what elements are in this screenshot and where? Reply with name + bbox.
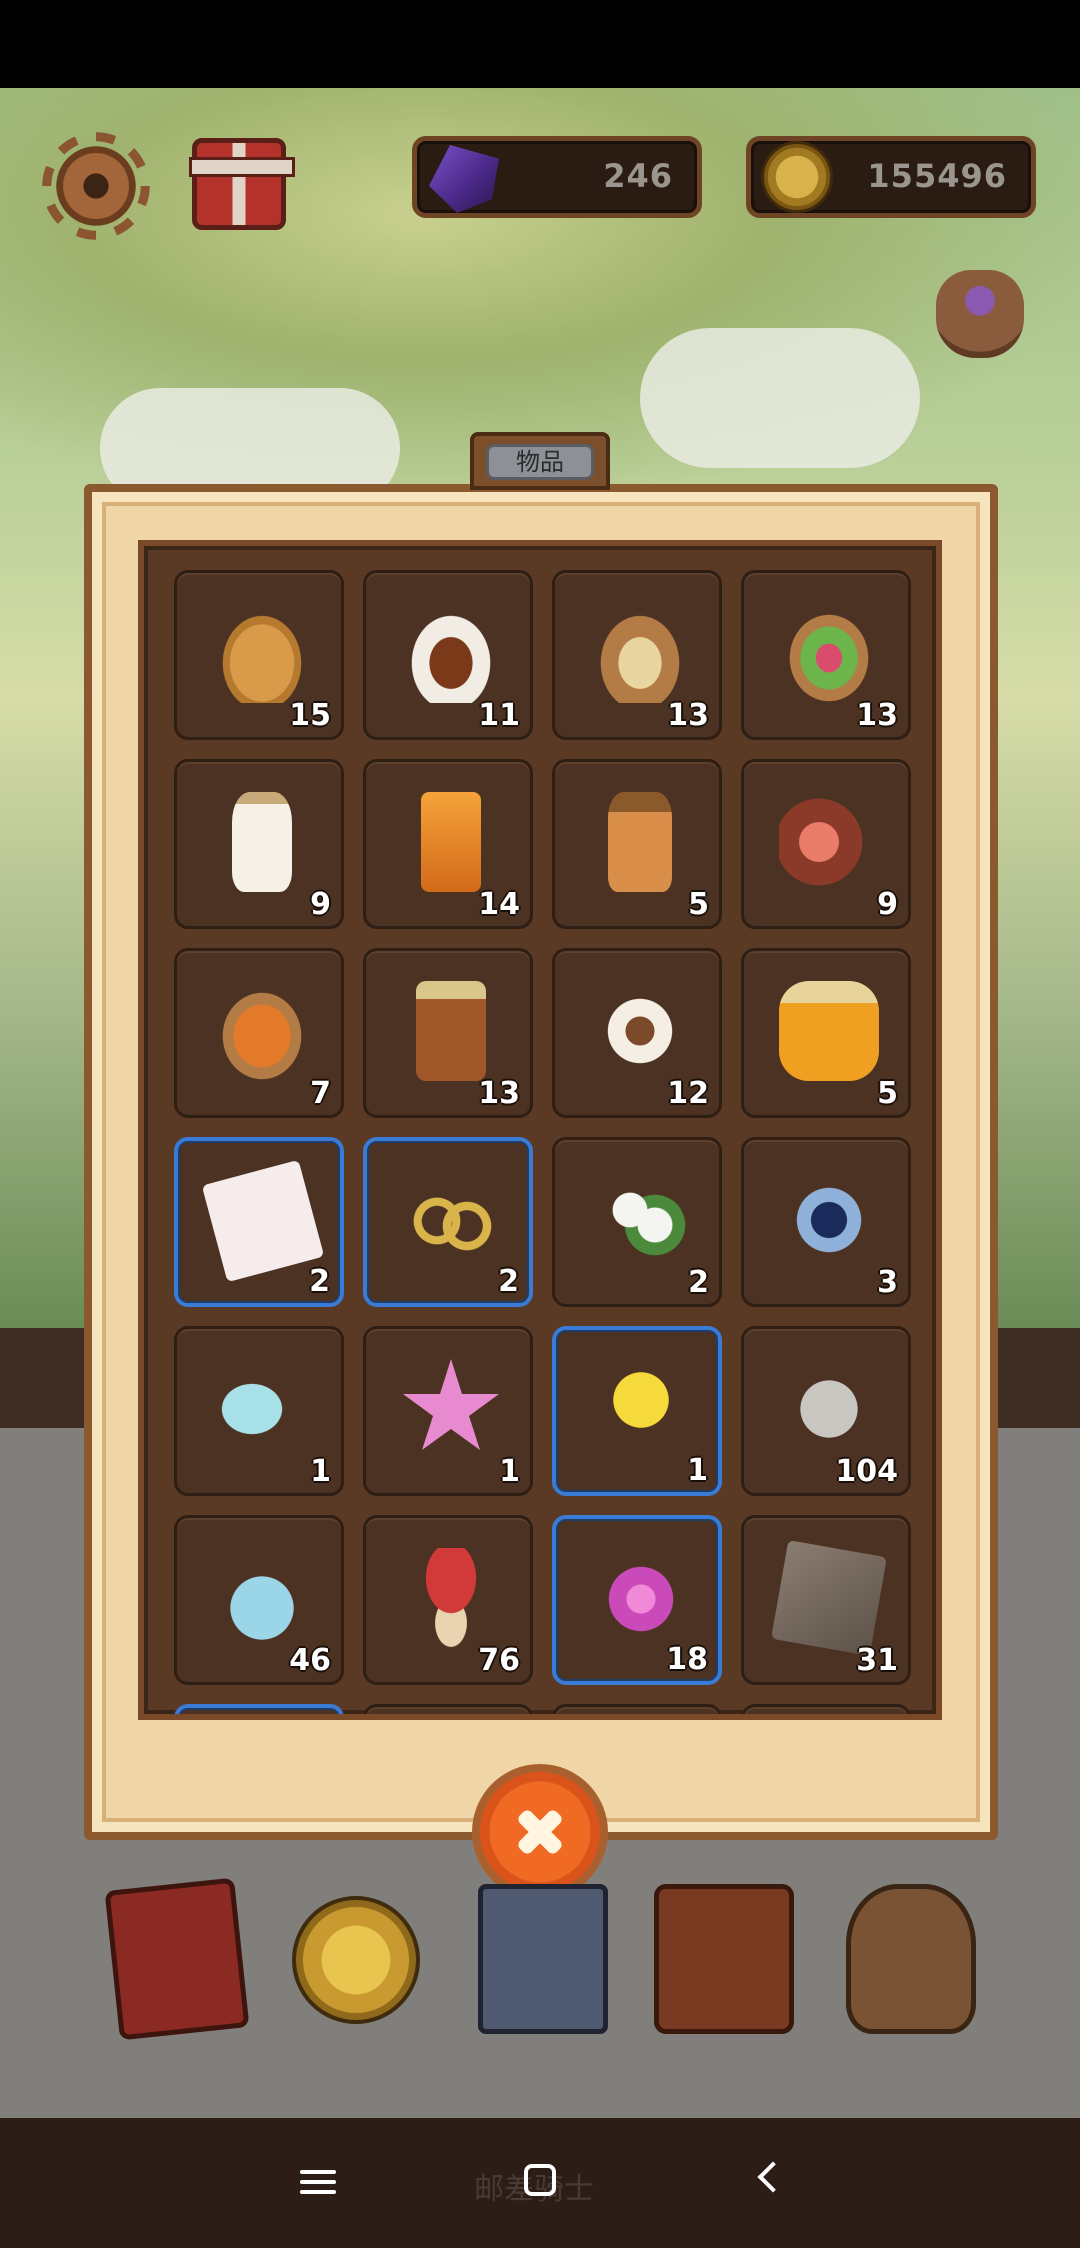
animal-pelt-icon xyxy=(779,1359,879,1459)
status-bar xyxy=(0,0,1080,88)
pink-star-icon xyxy=(403,1359,499,1450)
grilled-fish-icon xyxy=(212,981,312,1081)
item-count: 2 xyxy=(498,1264,519,1299)
item-slot[interactable]: 1 xyxy=(174,1326,344,1496)
item-count: 9 xyxy=(310,887,331,922)
item-count: 13 xyxy=(667,698,709,733)
item-slot[interactable] xyxy=(174,1704,344,1714)
close-button[interactable] xyxy=(472,1764,608,1900)
item-count: 13 xyxy=(856,698,898,733)
red-mushroom-icon xyxy=(401,1548,501,1648)
spellbook-icon[interactable] xyxy=(104,1877,250,2041)
item-count: 14 xyxy=(478,887,520,922)
salad-bowl-icon xyxy=(779,603,879,703)
pink-shell-icon xyxy=(591,1549,691,1649)
stone-slab-icon xyxy=(771,1540,887,1656)
apple-cider-bottle-icon xyxy=(608,792,672,892)
settings-gear-icon[interactable] xyxy=(48,138,144,234)
item-slot[interactable]: 18 xyxy=(552,1515,722,1685)
item-count: 1 xyxy=(310,1454,331,1489)
item-count: 1 xyxy=(499,1454,520,1489)
gold-rings-icon xyxy=(402,1171,502,1271)
item-count: 1 xyxy=(687,1453,708,1488)
gem-count: 246 xyxy=(603,157,673,195)
item-count: 31 xyxy=(856,1643,898,1678)
item-slot[interactable]: 9 xyxy=(174,759,344,929)
milk-bottle-icon xyxy=(232,792,292,892)
card-deck-icon[interactable] xyxy=(478,1884,608,2034)
item-count: 18 xyxy=(666,1642,708,1677)
item-count: 11 xyxy=(478,698,520,733)
coin-count: 155496 xyxy=(867,157,1007,195)
pancakes-icon xyxy=(212,603,312,703)
gem-counter: 246 xyxy=(412,136,702,218)
item-slot[interactable]: 13 xyxy=(741,570,911,740)
item-count: 76 xyxy=(478,1643,520,1678)
item-slot[interactable]: 7 xyxy=(174,948,344,1118)
item-count: 13 xyxy=(478,1076,520,1111)
star-coin-icon[interactable] xyxy=(292,1896,420,2024)
item-slot[interactable]: 1 xyxy=(552,1326,722,1496)
yellow-puff-icon xyxy=(591,1360,691,1460)
blue-leaf-icon xyxy=(779,1170,879,1270)
gem-icon xyxy=(429,145,499,213)
item-slot[interactable]: 2 xyxy=(174,1137,344,1307)
item-slot[interactable]: 14 xyxy=(363,759,533,929)
soup-bowl-icon xyxy=(590,603,690,703)
curry-rice-icon xyxy=(401,603,501,703)
beer-mug-icon xyxy=(416,981,486,1081)
item-count: 3 xyxy=(877,1265,898,1300)
item-slot[interactable]: 2 xyxy=(552,1137,722,1307)
item-slot[interactable]: 12 xyxy=(552,948,722,1118)
nav-menu-button[interactable] xyxy=(288,2158,348,2208)
item-slot[interactable]: 2 xyxy=(363,1137,533,1307)
item-slot[interactable]: 5 xyxy=(741,948,911,1118)
item-count: 5 xyxy=(688,887,709,922)
item-slot[interactable]: 13 xyxy=(363,948,533,1118)
item-slot[interactable] xyxy=(363,1704,533,1714)
panel-tab: 物品 xyxy=(470,432,610,490)
tea-cup-icon xyxy=(590,981,690,1081)
potion-sack-icon xyxy=(212,1548,312,1648)
item-count: 9 xyxy=(877,887,898,922)
item-slot[interactable]: 1 xyxy=(363,1326,533,1496)
nav-back-button[interactable] xyxy=(740,2158,800,2208)
item-count: 15 xyxy=(289,698,331,733)
item-slot[interactable]: 9 xyxy=(741,759,911,929)
item-grid: 15 11 13 13 9 14 5 9 7 13 12 5 2 2 2 3 1 1 1 104 46 76 18 31 xyxy=(138,540,942,1720)
feather-wings-icon xyxy=(212,1359,312,1459)
item-slot[interactable]: 3 xyxy=(741,1137,911,1307)
handkerchief-icon xyxy=(201,1159,325,1283)
gift-box-icon[interactable] xyxy=(189,138,295,230)
ham-icon xyxy=(779,792,879,892)
shop-moneybag-icon[interactable] xyxy=(846,1884,976,2034)
item-count: 12 xyxy=(667,1076,709,1111)
nav-home-button[interactable] xyxy=(510,2158,570,2208)
item-slot[interactable]: 15 xyxy=(174,570,344,740)
magic-pouch-icon[interactable] xyxy=(936,270,1024,358)
item-count: 7 xyxy=(310,1076,331,1111)
item-count: 5 xyxy=(877,1076,898,1111)
inventory-bag-icon[interactable] xyxy=(654,1884,794,2034)
item-slot[interactable]: 104 xyxy=(741,1326,911,1496)
item-count: 46 xyxy=(289,1643,331,1678)
item-count: 2 xyxy=(688,1265,709,1300)
coin-counter: 155496 xyxy=(746,136,1036,218)
item-slot[interactable]: 76 xyxy=(363,1515,533,1685)
item-slot[interactable]: 13 xyxy=(552,570,722,740)
item-slot[interactable]: 46 xyxy=(174,1515,344,1685)
coin-icon xyxy=(761,141,833,213)
panel-title: 物品 xyxy=(486,444,594,480)
item-slot[interactable]: 5 xyxy=(552,759,722,929)
item-slot[interactable]: 31 xyxy=(741,1515,911,1685)
item-count: 2 xyxy=(309,1264,330,1299)
cloud xyxy=(640,328,920,468)
cotton-flower-icon xyxy=(590,1170,690,1270)
juice-glass-icon xyxy=(421,792,481,892)
item-count: 104 xyxy=(835,1454,898,1489)
item-slot[interactable]: 11 xyxy=(363,570,533,740)
item-slot[interactable] xyxy=(552,1704,722,1714)
honey-jar-icon xyxy=(779,981,879,1081)
item-slot[interactable] xyxy=(741,1704,911,1714)
